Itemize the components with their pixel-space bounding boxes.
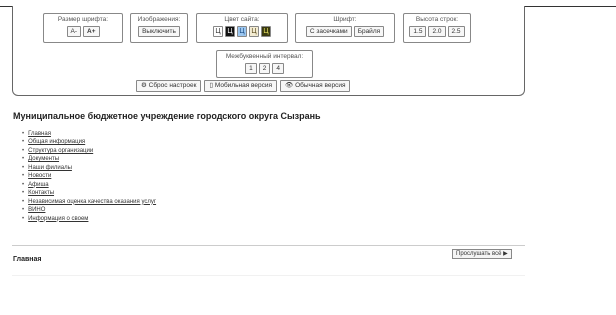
menu-item-link[interactable]: Новости [28, 173, 51, 179]
menu-item[interactable]: Наши филиалы [22, 164, 156, 172]
listen-all-button[interactable]: Прослушать всё ▶ [452, 249, 512, 259]
bottom-divider [12, 275, 525, 276]
menu-item[interactable]: Общая информация [22, 138, 156, 146]
line-height-2-0-button[interactable]: 2.0 [428, 26, 446, 37]
spacing-2-button[interactable]: 2 [258, 63, 271, 74]
menu-item-link[interactable]: Структура организации [28, 148, 93, 154]
menu-item-link[interactable]: Контакты [28, 190, 54, 196]
panel-footer: ⚙ Сброс настроек ▯ Мобильная версия 👁 Об… [136, 80, 351, 92]
font-label: Шрифт: [333, 16, 357, 23]
spacing-4-button[interactable]: 4 [272, 63, 284, 74]
menu-item[interactable]: Контакты [22, 189, 156, 197]
font-size-label: Размер шрифта: [57, 16, 109, 23]
menu-item-link[interactable]: Общая информация [28, 139, 85, 145]
font-increase-button[interactable]: А+ [83, 26, 100, 37]
font-braille-button[interactable]: Брайля [353, 26, 385, 37]
font-serif-button[interactable]: С засечками [305, 26, 352, 37]
menu-item[interactable]: Документы [22, 155, 156, 163]
menu-item[interactable]: Новости [22, 172, 156, 180]
menu-item[interactable]: ВИНО [22, 206, 156, 214]
menu-item-link[interactable]: Информация о своем [28, 216, 88, 222]
main-menu: Главная Общая информация Структура орган… [22, 130, 156, 223]
letter-spacing-label: Межбуквенный интервал: [225, 53, 304, 60]
page-heading: Главная [13, 256, 42, 263]
menu-item-link[interactable]: Документы [28, 156, 59, 162]
line-height-group: Высота строк: 1.5 2.0 2.5 [403, 13, 471, 43]
color-black-button[interactable]: Ц [225, 26, 235, 37]
line-height-1-5-button[interactable]: 1.5 [409, 26, 427, 37]
reset-settings-button[interactable]: ⚙ Сброс настроек [136, 80, 202, 92]
color-dark-button[interactable]: Ц [261, 26, 271, 37]
color-blue-button[interactable]: Ц [237, 26, 247, 37]
letter-spacing-group: Межбуквенный интервал: 1 2 4 [216, 50, 313, 78]
line-height-2-5-button[interactable]: 2.5 [447, 26, 465, 37]
font-decrease-button[interactable]: А- [66, 26, 81, 37]
menu-item[interactable]: Структура организации [22, 147, 156, 155]
font-group: Шрифт: С засечками Брайля [295, 13, 395, 43]
menu-item[interactable]: Независимая оценка качества оказания усл… [22, 198, 156, 206]
font-size-group: Размер шрифта: А- А+ [43, 13, 123, 43]
site-color-label: Цвет сайта: [224, 16, 260, 23]
menu-item-link[interactable]: Наши филиалы [28, 165, 72, 171]
menu-item-link[interactable]: ВИНО [28, 207, 45, 213]
mobile-version-button[interactable]: ▯ Мобильная версия [204, 80, 278, 92]
content-divider [12, 245, 525, 246]
site-color-group: Цвет сайта: Ц Ц Ц Ц Ц [196, 13, 288, 43]
images-off-button[interactable]: Выключить [138, 26, 180, 37]
images-group: Изображения: Выключить [130, 13, 188, 43]
line-height-label: Высота строк: [415, 16, 459, 23]
menu-item-link[interactable]: Главная [28, 131, 51, 137]
menu-item[interactable]: Главная [22, 130, 156, 138]
menu-item[interactable]: Информация о своем [22, 215, 156, 223]
menu-item-link[interactable]: Афиша [28, 182, 49, 188]
images-label: Изображения: [137, 16, 181, 23]
site-title: Муниципальное бюджетное учреждение город… [13, 111, 321, 121]
color-white-button[interactable]: Ц [213, 26, 223, 37]
menu-item[interactable]: Афиша [22, 181, 156, 189]
color-beige-button[interactable]: Ц [249, 26, 259, 37]
normal-version-button[interactable]: 👁 Обычная версия [280, 80, 351, 92]
spacing-1-button[interactable]: 1 [245, 63, 257, 74]
menu-item-link[interactable]: Независимая оценка качества оказания усл… [28, 199, 156, 205]
